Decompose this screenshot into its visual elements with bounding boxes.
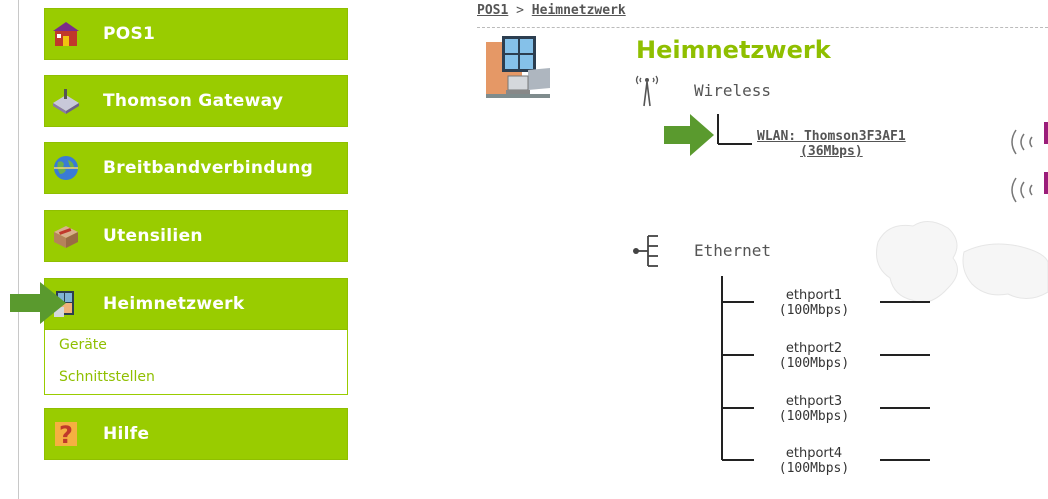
nav-item-heimnetzwerk[interactable]: Heimnetzwerk — [44, 278, 348, 330]
breadcrumb-home-link[interactable]: POS1 — [477, 3, 508, 18]
ethport-speed: (100Mbps) — [778, 409, 850, 424]
breadcrumb-divider — [477, 27, 1048, 28]
house-icon — [49, 19, 83, 49]
ethport-speed: (100Mbps) — [778, 461, 850, 476]
breadcrumb-current-link[interactable]: Heimnetzwerk — [532, 3, 626, 18]
ethport-name: ethport1 — [785, 288, 843, 303]
ethport-item: ethport1 (100Mbps) — [764, 288, 864, 318]
help-icon: ? — [49, 419, 83, 449]
ethport-item: ethport3 (100Mbps) — [764, 394, 864, 424]
nav-label: POS1 — [103, 24, 156, 44]
ethport-speed: (100Mbps) — [778, 303, 850, 318]
left-border — [18, 0, 19, 499]
wireless-tree-connector — [717, 114, 752, 145]
nav-item-utensilien[interactable]: Utensilien — [44, 210, 348, 262]
nav-item-thomson-gateway[interactable]: Thomson Gateway — [44, 75, 348, 127]
ethport-name: ethport3 — [785, 394, 843, 409]
gateway-icon — [49, 86, 83, 116]
page-title: Heimnetzwerk — [636, 36, 831, 64]
nav-item-breitbandverbindung[interactable]: Breitbandverbindung — [44, 142, 348, 194]
arrow-icon — [664, 114, 714, 156]
ethport-item: ethport2 (100Mbps) — [764, 341, 864, 371]
submenu-item-schnittstellen[interactable]: Schnittstellen — [59, 369, 155, 385]
toolbox-icon — [49, 221, 83, 251]
nav-label: Breitbandverbindung — [103, 158, 314, 178]
globe-icon — [49, 153, 83, 183]
wlan-interface-speed: (36Mbps) — [800, 144, 863, 159]
arrow-icon — [10, 282, 66, 324]
home-network-illustration-icon — [486, 36, 550, 98]
ethport-name: ethport4 — [785, 446, 843, 461]
nav-label: Heimnetzwerk — [103, 294, 245, 314]
ethernet-icon — [633, 235, 658, 267]
ethport-speed: (100Mbps) — [778, 356, 850, 371]
heimnetzwerk-submenu: Geräte Schnittstellen — [44, 330, 348, 395]
svg-text:?: ? — [59, 421, 73, 449]
wlan-interface-name: WLAN: Thomson3F3AF1 — [757, 129, 906, 144]
wireless-signal-icon — [1011, 122, 1048, 203]
antenna-icon — [635, 75, 659, 107]
nav-item-pos1[interactable]: POS1 — [44, 8, 348, 60]
ethernet-label: Ethernet — [694, 241, 772, 260]
nav-label: Thomson Gateway — [103, 91, 284, 111]
nav-label: Hilfe — [103, 424, 150, 444]
breadcrumb: POS1 > Heimnetzwerk — [477, 3, 626, 18]
breadcrumb-separator: > — [516, 3, 524, 18]
ethport-name: ethport2 — [785, 341, 843, 356]
wireless-label: Wireless — [694, 81, 772, 100]
nav-item-hilfe[interactable]: ? Hilfe — [44, 408, 348, 460]
submenu-item-geraete[interactable]: Geräte — [59, 337, 107, 353]
wlan-interface-link[interactable]: WLAN: Thomson3F3AF1 (36Mbps) — [757, 129, 906, 159]
ethport-item: ethport4 (100Mbps) — [764, 446, 864, 476]
nav-label: Utensilien — [103, 226, 203, 246]
